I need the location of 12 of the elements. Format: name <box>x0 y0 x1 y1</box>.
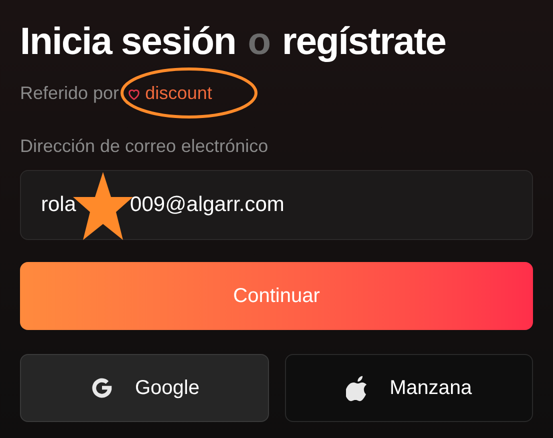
email-value: 009@algarr.com <box>130 192 284 218</box>
sign-in-button[interactable]: Manzana <box>284 354 533 422</box>
page-title: Inicia sesión <box>20 20 236 65</box>
sign-in-button[interactable]: Google <box>20 354 268 422</box>
page-title: o <box>248 20 270 65</box>
email-value: rola <box>41 192 76 218</box>
page-title: regístrate <box>282 20 446 65</box>
email-field[interactable]: rola 009@algarr.com <box>20 170 533 240</box>
referral-label: Referido por <box>20 82 120 105</box>
referral-code: discount <box>145 82 212 105</box>
email-label: Dirección de correo electrónico <box>20 135 270 158</box>
heart-icon <box>127 86 142 100</box>
